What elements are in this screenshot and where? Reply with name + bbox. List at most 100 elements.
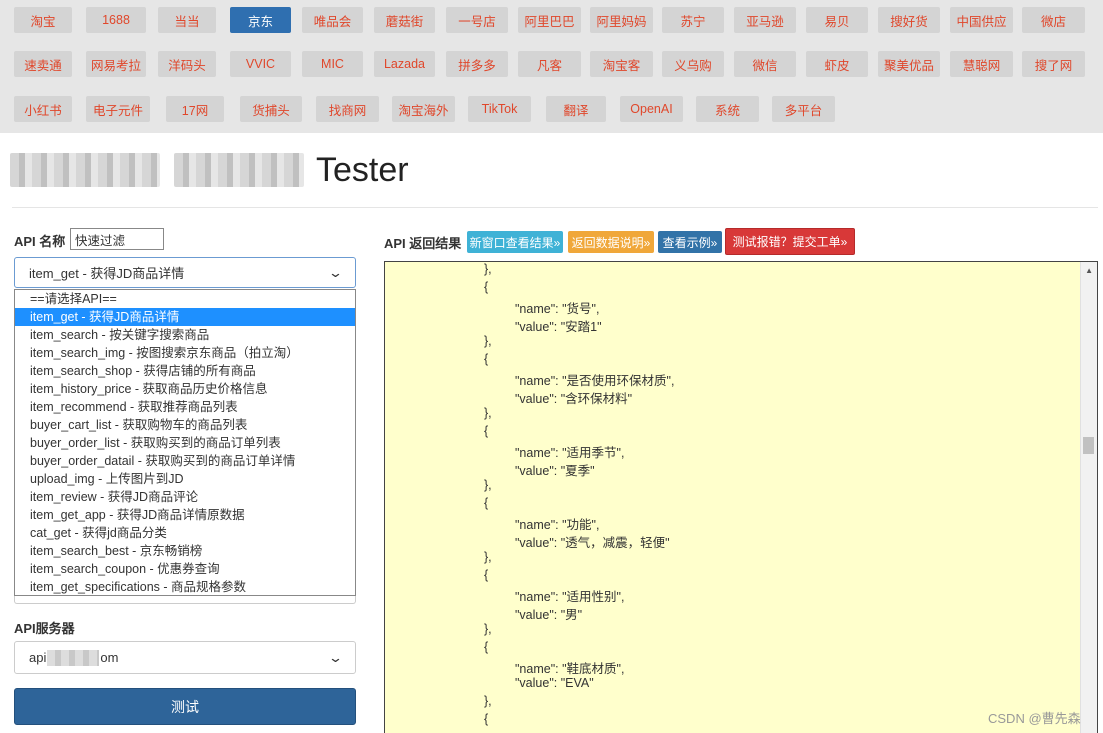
api-option[interactable]: item_search_coupon - 优惠券查询 [15, 560, 355, 578]
select-edge [14, 596, 356, 604]
scroll-thumb[interactable] [1083, 437, 1094, 454]
platform-button[interactable]: 搜好货 [878, 7, 940, 33]
result-json-line: "value": "安踏1" [515, 320, 602, 334]
platform-button[interactable]: 虾皮 [806, 51, 868, 77]
platform-button[interactable]: 淘宝客 [590, 51, 653, 77]
api-option[interactable]: upload_img - 上传图片到JD [15, 470, 355, 488]
platform-button[interactable]: 聚美优品 [878, 51, 940, 77]
result-json-line: }, [484, 550, 492, 564]
platform-button[interactable]: 京东 [230, 7, 291, 33]
platform-button[interactable]: 义乌购 [662, 51, 724, 77]
platform-button[interactable]: 货捕头 [240, 96, 302, 122]
platform-button[interactable]: Lazada [374, 51, 435, 77]
api-option[interactable]: ==请选择API== [15, 290, 355, 308]
platform-button[interactable]: 微信 [734, 51, 796, 77]
result-json-line: "name": "是否使用环保材质", [515, 374, 675, 388]
platform-button[interactable]: 慧聪网 [950, 51, 1013, 77]
result-json-line: "name": "适用季节", [515, 446, 625, 460]
platform-button[interactable]: 17网 [166, 96, 224, 122]
result-json-line: "value": "男" [515, 608, 583, 622]
platform-button[interactable]: 淘宝 [14, 7, 72, 33]
result-textarea[interactable]: ▲ }, { "name": "货号", "value": "安踏1"}, { "name… [384, 261, 1098, 733]
platform-button[interactable]: VVIC [230, 51, 291, 77]
result-json-line: "name": "鞋底材质", [515, 662, 625, 676]
platform-button[interactable]: 找商网 [316, 96, 379, 122]
platform-button[interactable]: 阿里巴巴 [518, 7, 581, 33]
result-json-line: "value": "透气，减震，轻便" [515, 536, 670, 550]
test-button[interactable]: 测试 [14, 688, 356, 725]
platform-button[interactable]: 搜了网 [1022, 51, 1085, 77]
data-doc-button[interactable]: 返回数据说明» [568, 231, 654, 253]
result-json-line: { [484, 424, 489, 438]
platform-button[interactable]: 1688 [86, 7, 146, 33]
result-json-line: "value": "夏季" [515, 464, 595, 478]
platform-button[interactable]: 易贝 [806, 7, 868, 33]
platform-button[interactable]: 系统 [696, 96, 759, 122]
api-option[interactable]: cat_get - 获得jd商品分类 [15, 524, 355, 542]
platform-button[interactable]: 拼多多 [446, 51, 508, 77]
result-json-line: }, [484, 406, 492, 420]
api-option[interactable]: item_search - 按关键字搜索商品 [15, 326, 355, 344]
platform-button[interactable]: 亚马逊 [734, 7, 796, 33]
api-option[interactable]: item_recommend - 获取推荐商品列表 [15, 398, 355, 416]
platform-button[interactable]: 阿里妈妈 [590, 7, 653, 33]
result-json-line: "name": "适用性别", [515, 590, 625, 604]
platform-button[interactable]: 中国供应 [950, 7, 1013, 33]
api-option[interactable]: item_get_specifications - 商品规格参数 [15, 578, 355, 595]
api-option[interactable]: item_get - 获得JD商品详情 [15, 308, 355, 326]
new-window-button[interactable]: 新窗口查看结果» [467, 231, 563, 253]
api-option[interactable]: buyer_cart_list - 获取购物车的商品列表 [15, 416, 355, 434]
platform-button[interactable]: 当当 [158, 7, 216, 33]
result-json-line: { [484, 496, 489, 510]
server-suffix: om [100, 650, 119, 665]
platform-button[interactable]: TikTok [468, 96, 531, 122]
result-json-line: "name": "功能", [515, 518, 600, 532]
result-json-line: }, [484, 478, 492, 492]
watermark: CSDN @曹先森 [988, 711, 1081, 726]
server-prefix: api [29, 650, 47, 665]
result-json-line: "value": "EVA" [515, 676, 594, 690]
scrollbar[interactable]: ▲ [1080, 262, 1097, 733]
platform-button[interactable]: 小红书 [14, 96, 72, 122]
redacted-brand-2 [174, 153, 304, 187]
platform-button[interactable]: 速卖通 [14, 51, 72, 77]
platform-button[interactable]: 凡客 [518, 51, 581, 77]
scroll-up-icon[interactable]: ▲ [1085, 266, 1093, 275]
api-option[interactable]: item_search_img - 按图搜索京东商品（拍立淘） [15, 344, 355, 362]
redacted-brand-1 [10, 153, 160, 187]
platform-button[interactable]: 电子元件 [86, 96, 150, 122]
api-option[interactable]: item_search_shop - 获得店铺的所有商品 [15, 362, 355, 380]
divider [12, 207, 1098, 208]
api-select[interactable]: item_get - 获得JD商品详情 ⌄ [14, 257, 356, 288]
api-option[interactable]: buyer_order_datail - 获取购买到的商品订单详情 [15, 452, 355, 470]
api-option[interactable]: item_get_app - 获得JD商品详情原数据 [15, 506, 355, 524]
result-json-line: }, [484, 334, 492, 348]
platform-button[interactable]: 网易考拉 [86, 51, 146, 77]
api-dropdown-list[interactable]: ==请选择API== item_get - 获得JD商品详情 item_search… [14, 289, 356, 596]
platform-button[interactable]: 洋码头 [158, 51, 216, 77]
platform-button[interactable]: 蘑菇街 [374, 7, 435, 33]
platform-button[interactable]: 淘宝海外 [392, 96, 455, 122]
api-server-select[interactable]: api om ⌄ [14, 641, 356, 674]
report-bug-button[interactable]: 测试报错？提交工单» [725, 228, 855, 255]
platform-button[interactable]: 微店 [1022, 7, 1085, 33]
platform-button[interactable]: 翻译 [546, 96, 606, 122]
platform-button[interactable]: OpenAI [620, 96, 683, 122]
api-result-label: API 返回结果 [384, 236, 462, 251]
chevron-down-icon: ⌄ [327, 264, 344, 280]
result-json-line: { [484, 712, 489, 726]
platform-button[interactable]: 多平台 [772, 96, 835, 122]
api-filter-input[interactable] [70, 228, 164, 250]
server-redacted [47, 649, 100, 666]
result-json-line: "name": "货号", [515, 302, 600, 316]
view-demo-button[interactable]: 查看示例» [658, 231, 722, 253]
platform-button[interactable]: 唯品会 [302, 7, 363, 33]
platform-button[interactable]: 一号店 [446, 7, 508, 33]
platform-button[interactable]: MIC [302, 51, 363, 77]
api-option[interactable]: buyer_order_list - 获取购买到的商品订单列表 [15, 434, 355, 452]
result-json-line: }, [484, 694, 492, 708]
api-option[interactable]: item_review - 获得JD商品评论 [15, 488, 355, 506]
platform-button[interactable]: 苏宁 [662, 7, 724, 33]
api-option[interactable]: item_history_price - 获取商品历史价格信息 [15, 380, 355, 398]
api-option[interactable]: item_search_best - 京东畅销榜 [15, 542, 355, 560]
